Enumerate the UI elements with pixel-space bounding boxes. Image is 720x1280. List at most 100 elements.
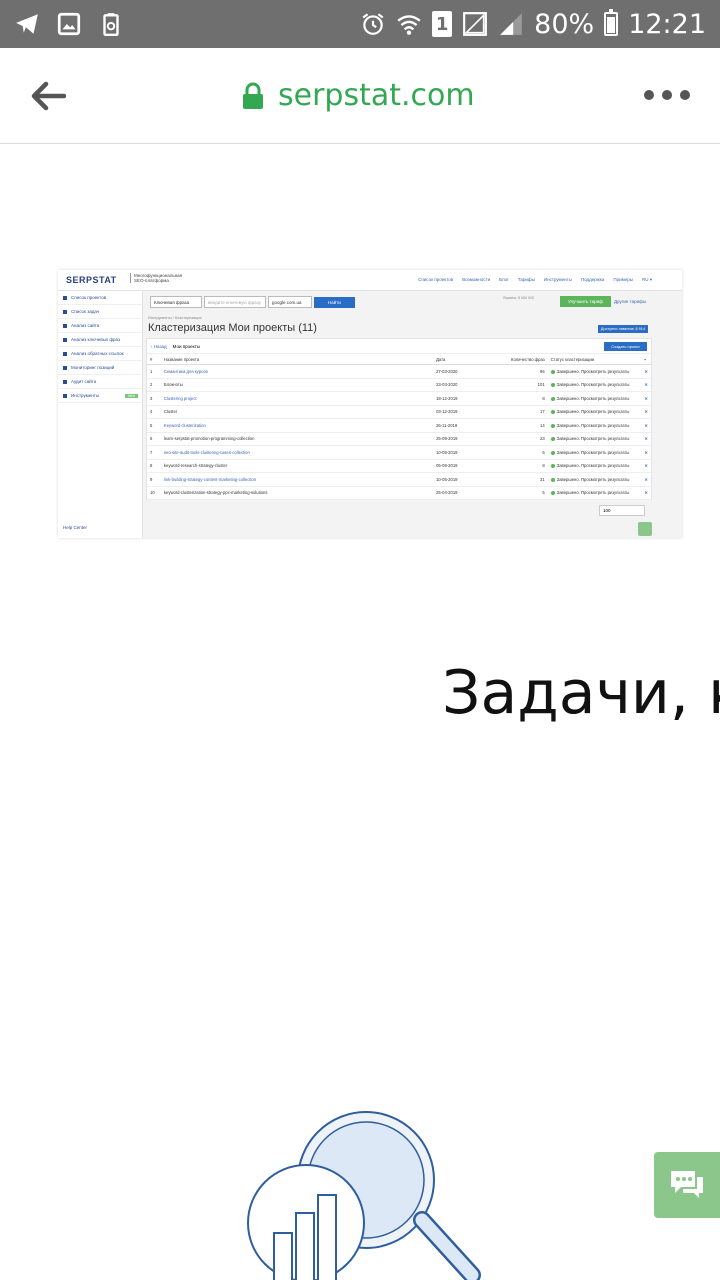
check-icon: [550, 410, 555, 415]
top-nav-item: Возможности: [462, 277, 491, 282]
row-number: 1: [147, 364, 161, 379]
sim-icon: 1: [432, 11, 453, 37]
section-heading: Задачи, к: [442, 658, 720, 728]
row-number: 4: [147, 405, 161, 419]
cluster-status: Завершено. Просмотреть результаты: [547, 378, 642, 392]
logo-subtitle: Многофункциональная SEO-платформа: [130, 273, 184, 283]
delete-icon: ✕: [641, 391, 651, 406]
battery-percent: 80%: [534, 8, 595, 40]
table-row: 6 learn-serpstat-promotion-programming-co…: [147, 432, 651, 446]
phrase-count: 96: [482, 364, 548, 379]
cluster-status: Завершено. Просмотреть результаты: [547, 445, 642, 460]
status-bar: 1 80% 12:21: [0, 0, 720, 48]
delete-icon: ✕: [641, 364, 651, 379]
project-name: Блокноты: [160, 378, 434, 392]
sidebar-item: Анализ сайта: [58, 319, 142, 333]
signal-icon: [463, 12, 488, 36]
project-date: 25-04-2019: [433, 486, 483, 500]
project-name: Семантика для курсов: [160, 364, 434, 379]
table-row: 8 keyword-research-strategy-cluster 05-09-…: [147, 459, 651, 473]
gear-icon: [63, 393, 67, 398]
project-date: 23-03-2020: [433, 378, 483, 392]
cluster-status: Завершено. Просмотреть результаты: [547, 418, 642, 433]
top-nav-item: Инструменты: [543, 277, 572, 282]
check-icon: [550, 491, 555, 496]
clock: 12:21: [628, 8, 706, 40]
menu-icon: [63, 295, 67, 300]
cluster-status: Завершено. Просмотреть результаты: [547, 486, 642, 500]
chat-bubbles-icon[interactable]: [654, 1152, 720, 1218]
row-number: 9: [147, 472, 161, 487]
help-center: Help Center: [63, 525, 88, 530]
delete-icon: ✕: [641, 432, 651, 446]
cluster-status: Завершено. Просмотреть результаты: [547, 432, 642, 446]
cluster-status: Завершено. Просмотреть результаты: [547, 472, 642, 487]
row-number: 8: [147, 459, 161, 473]
row-number: 2: [147, 378, 161, 392]
list-icon: [63, 309, 67, 314]
projects-table: # Название проекта Дата Количество фраз …: [147, 354, 651, 500]
phrase-count: 6: [482, 445, 548, 460]
cluster-status: Завершено. Просмотреть результаты: [547, 459, 642, 473]
project-date: 10-09-2019: [433, 445, 483, 460]
row-number: 3: [147, 391, 161, 406]
check-icon: [550, 450, 555, 455]
url-bar[interactable]: serpstat.com: [242, 78, 475, 113]
sidebar-item: Мониторинг позиций: [58, 361, 142, 375]
delete-icon: ✕: [641, 486, 651, 500]
phrase-count: 5: [482, 486, 548, 500]
search-mode-select: Ключевая фраза: [150, 296, 202, 308]
arrow-left-icon[interactable]: [30, 80, 66, 112]
top-nav-item: Примеры: [613, 277, 633, 282]
trash-icon: ▪: [641, 354, 651, 365]
table-row: 1 Семантика для курсов 27-03-2020 96 Заверше…: [147, 364, 651, 379]
battery-icon: [604, 9, 619, 36]
per-page-select: 100: [599, 505, 645, 516]
sidebar-item: Список задач: [58, 305, 142, 319]
row-number: 7: [147, 445, 161, 460]
table-row: 4 Cluster 03-12-2019 17 Завершено. Просмотре…: [147, 405, 651, 419]
phrase-count: 17: [482, 405, 548, 419]
refresh-icon: [63, 365, 67, 370]
more-horizontal-icon[interactable]: [644, 90, 690, 100]
top-nav-item: Поддержка: [580, 277, 605, 282]
project-name: Keyword clusterization: [160, 418, 434, 433]
delete-icon: ✕: [641, 472, 651, 487]
wifi-icon: [397, 15, 421, 35]
row-number: 10: [147, 486, 161, 500]
serpstat-logo: SERPSTAT: [66, 275, 117, 285]
new-badge: New: [124, 393, 138, 398]
phrase-count: 101: [482, 378, 548, 392]
table-row: 9 link-building-strategy-content-marketin…: [147, 472, 651, 487]
project-name: keyword-clusterization-strategy-ppc-mark…: [160, 486, 434, 500]
project-name: learn-serpstat-promotion-programming-col…: [160, 432, 434, 446]
project-name: Cluster: [160, 405, 434, 419]
breadcrumb: Инструменты / Кластеризация: [148, 316, 202, 320]
sidebar-item: Список проектов: [58, 291, 142, 305]
search-button: Найти: [314, 296, 355, 308]
search-input: введите ключевую фразу: [204, 296, 266, 308]
phrase-count: 8: [482, 459, 548, 473]
top-nav-item: Список проектов: [418, 277, 454, 282]
lock-icon: [243, 82, 263, 109]
link-icon: [63, 351, 67, 356]
project-date: 05-09-2019: [433, 459, 483, 473]
top-nav-item: Блог: [499, 277, 509, 282]
phrase-count: 8: [482, 391, 548, 406]
sidebar-item: Инструменты New: [58, 389, 142, 403]
check-icon: [550, 369, 555, 374]
row-number: 6: [147, 432, 161, 446]
check-icon: [550, 437, 555, 442]
alarm-icon: [362, 13, 384, 35]
top-nav-item: Тарифы: [517, 277, 535, 282]
browser-toolbar: serpstat.com: [0, 48, 720, 144]
sidebar-item: Анализ ключевых фраз: [58, 333, 142, 347]
project-name: Clustering project: [160, 391, 434, 406]
projects-panel: ‹ Назад Мои проекты Создать проект # Наз…: [146, 338, 652, 500]
project-date: 03-12-2019: [433, 405, 483, 419]
sidebar-item: Анализ обратных ссылок: [58, 347, 142, 361]
row-number: 5: [147, 418, 161, 433]
delete-icon: ✕: [641, 378, 651, 392]
chat-icon: [638, 522, 652, 536]
delete-icon: ✕: [641, 445, 651, 460]
